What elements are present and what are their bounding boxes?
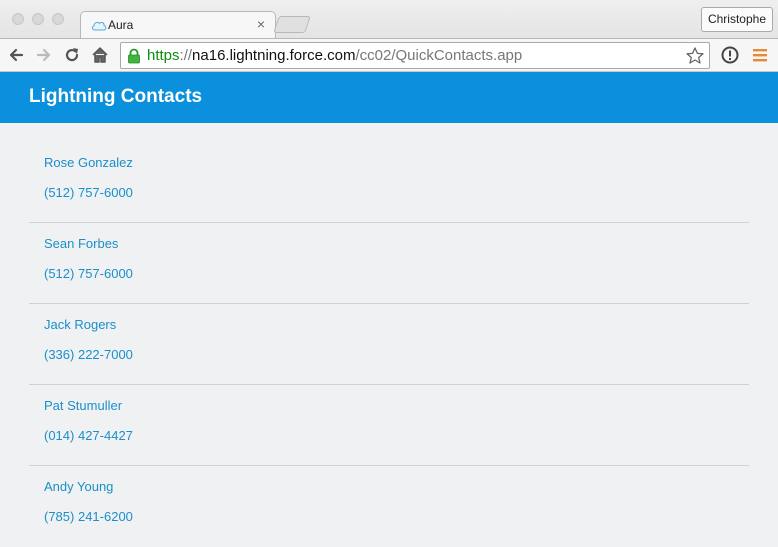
tab-title: Aura xyxy=(108,18,134,32)
contact-item: Rose Gonzalez (512) 757-6000 xyxy=(29,142,749,223)
url-host: na16.lightning.force.com xyxy=(192,47,356,64)
lock-icon xyxy=(128,48,140,64)
contact-list: Rose Gonzalez (512) 757-6000 Sean Forbes… xyxy=(0,123,778,547)
tab-close-icon[interactable]: × xyxy=(257,16,265,32)
url-path: /cc02/QuickContacts.app xyxy=(355,47,523,64)
contact-phone-link[interactable]: (785) 241-6200 xyxy=(44,509,133,524)
new-tab-button[interactable] xyxy=(273,16,311,33)
contact-phone-link[interactable]: (512) 757-6000 xyxy=(44,185,133,200)
app-header: Lightning Contacts xyxy=(0,72,778,123)
forward-arrow-icon[interactable] xyxy=(34,45,54,65)
menu-icon[interactable] xyxy=(750,45,770,65)
cloud-icon xyxy=(91,21,107,31)
contact-name-link[interactable]: Sean Forbes xyxy=(44,236,118,251)
contact-phone-link[interactable]: (512) 757-6000 xyxy=(44,266,133,281)
url-separator: :// xyxy=(179,47,193,64)
bookmark-star-icon[interactable] xyxy=(685,46,705,66)
back-arrow-icon[interactable] xyxy=(6,45,26,65)
info-icon[interactable] xyxy=(720,45,740,65)
profile-button[interactable]: Christophe xyxy=(700,7,773,32)
contact-item: Pat Stumuller (014) 427-4427 xyxy=(29,385,749,466)
url-text[interactable]: https://na16.lightning.force.com/cc02/Qu… xyxy=(147,47,522,64)
home-icon[interactable] xyxy=(90,45,110,65)
reload-icon[interactable] xyxy=(62,45,82,65)
browser-titlebar: Aura × Christophe xyxy=(0,0,778,39)
zoom-window-button[interactable] xyxy=(52,13,64,25)
contact-name-link[interactable]: Rose Gonzalez xyxy=(44,155,133,170)
contact-item: Andy Young (785) 241-6200 xyxy=(29,466,749,547)
minimize-window-button[interactable] xyxy=(32,13,44,25)
contact-item: Sean Forbes (512) 757-6000 xyxy=(29,223,749,304)
contact-name-link[interactable]: Pat Stumuller xyxy=(44,398,122,413)
url-scheme: https xyxy=(147,47,180,64)
address-bar[interactable]: https://na16.lightning.force.com/cc02/Qu… xyxy=(120,42,710,69)
contact-phone-link[interactable]: (336) 222-7000 xyxy=(44,347,133,362)
contact-name-link[interactable]: Andy Young xyxy=(44,479,113,494)
contact-name-link[interactable]: Jack Rogers xyxy=(44,317,116,332)
contact-phone-link[interactable]: (014) 427-4427 xyxy=(44,428,133,443)
browser-tab[interactable]: Aura × xyxy=(80,11,276,39)
close-window-button[interactable] xyxy=(12,13,24,25)
page-title: Lightning Contacts xyxy=(29,86,203,107)
contact-item: Jack Rogers (336) 222-7000 xyxy=(29,304,749,385)
browser-toolbar: https://na16.lightning.force.com/cc02/Qu… xyxy=(0,38,778,72)
